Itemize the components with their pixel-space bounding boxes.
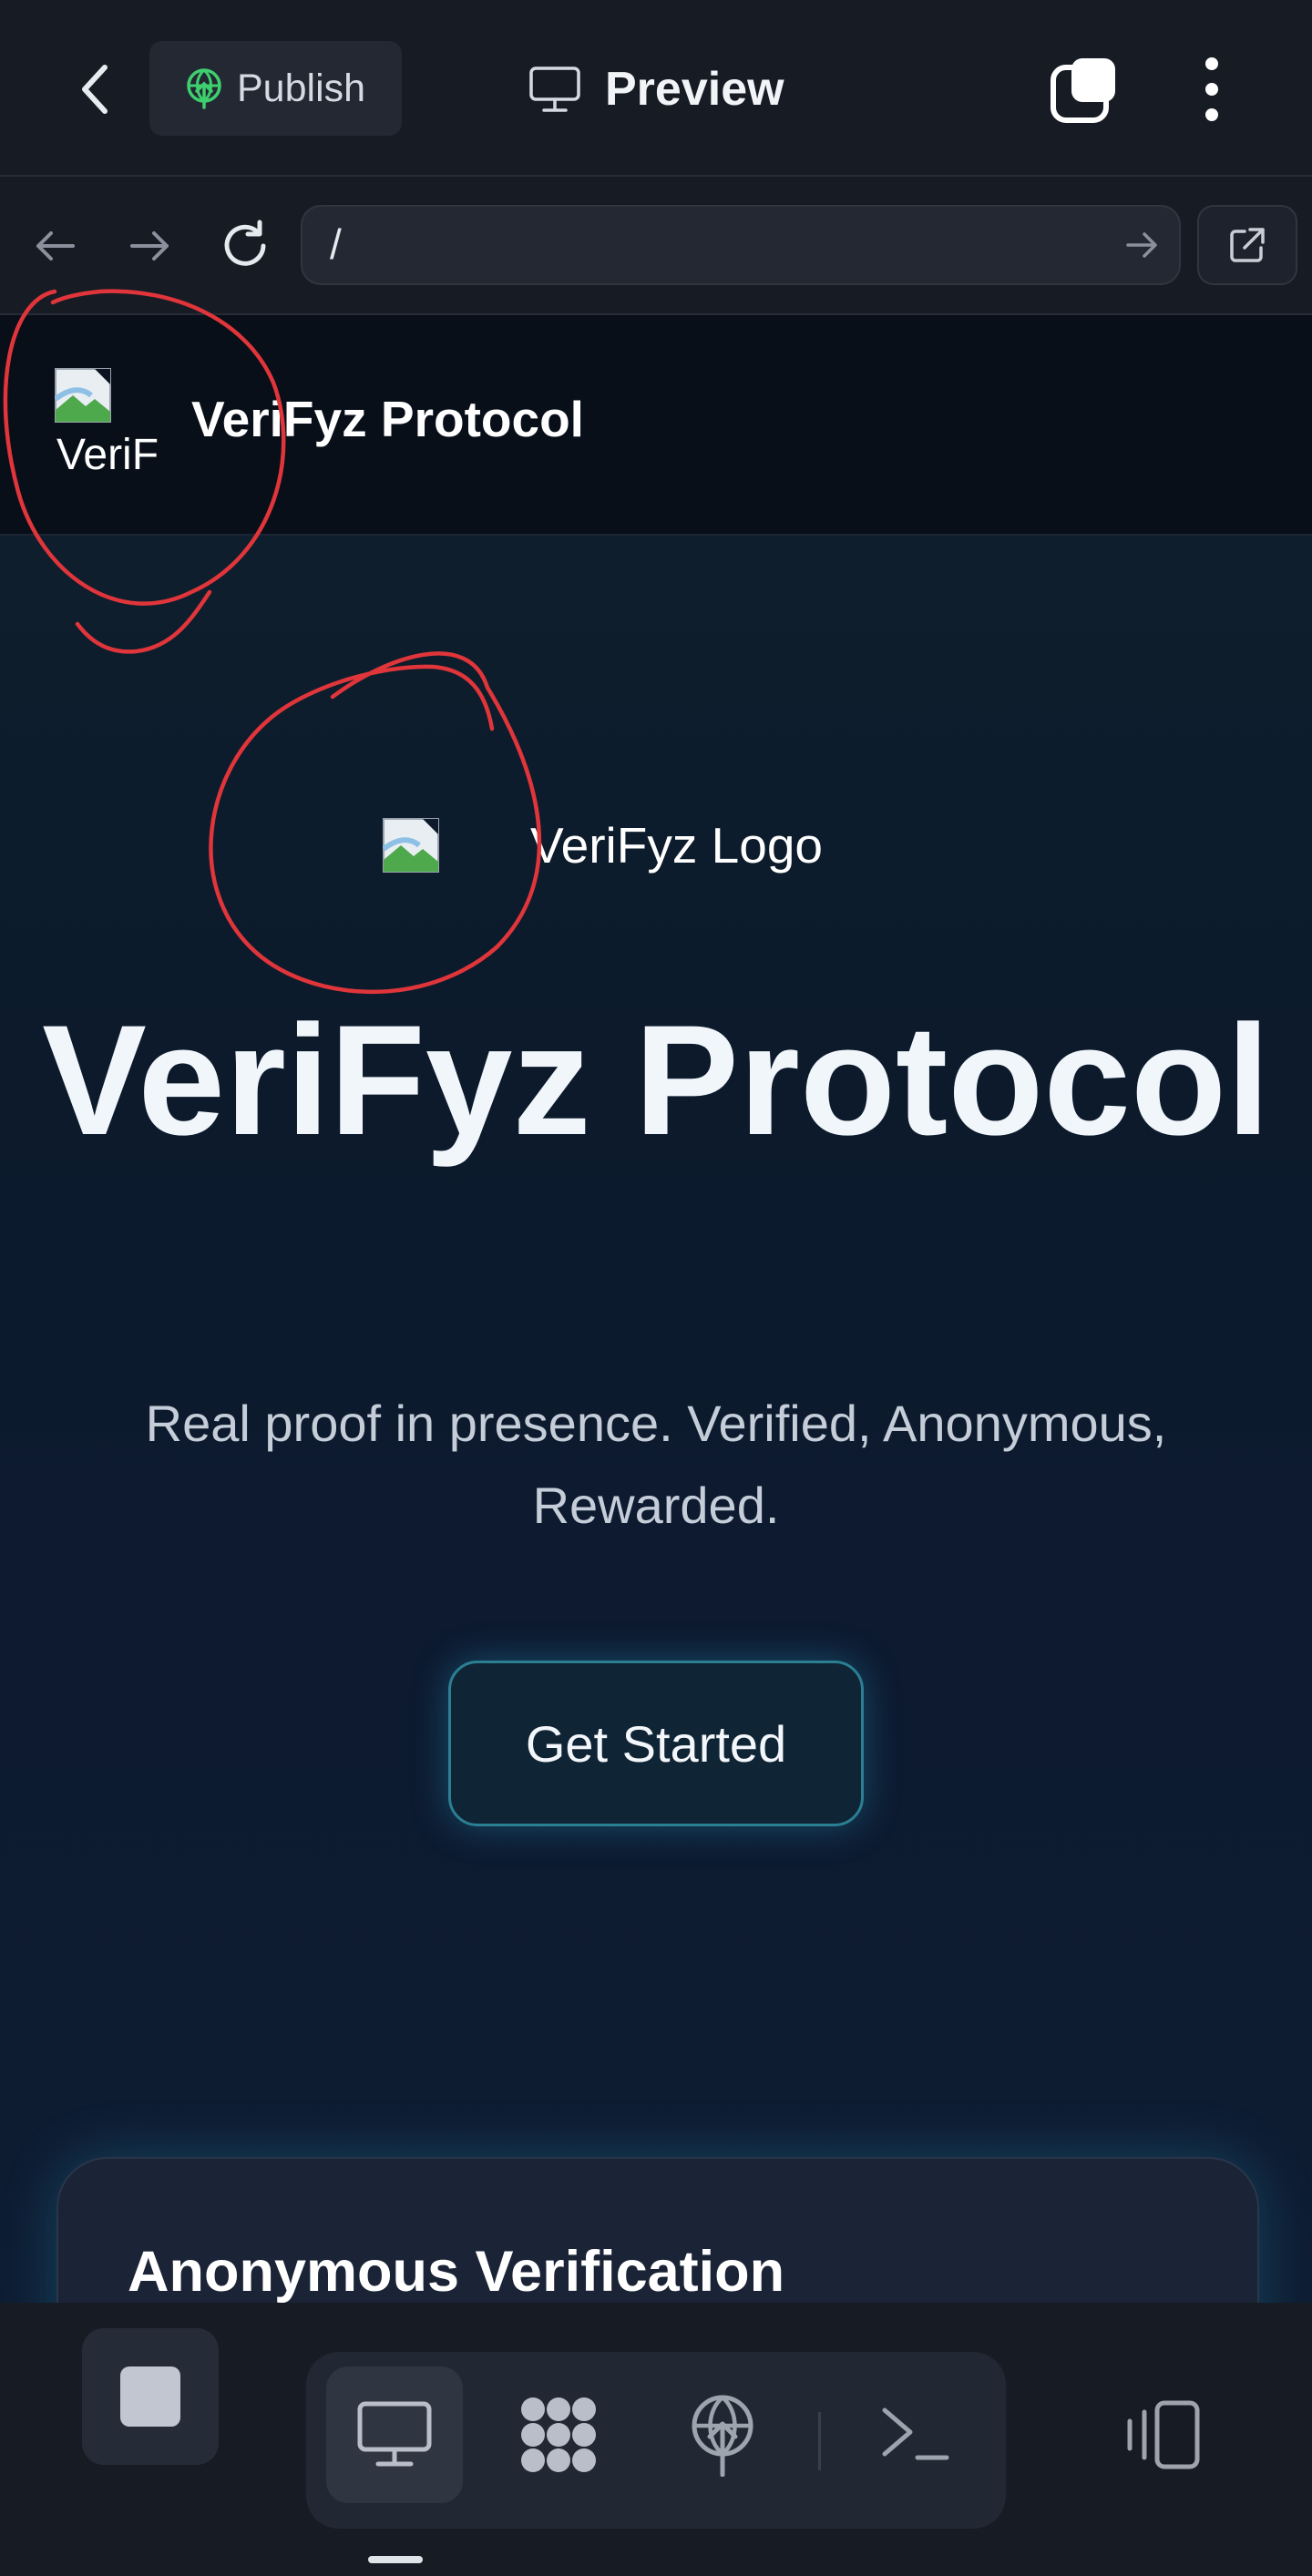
home-indicator	[368, 2556, 423, 2563]
feature-card-title: Anonymous Verification	[128, 2240, 785, 2304]
tabs-button[interactable]	[1048, 53, 1121, 126]
reload-button[interactable]	[215, 211, 279, 281]
device-switch-button[interactable]	[1093, 2366, 1230, 2503]
device-switch-icon	[1127, 2400, 1200, 2469]
publish-label: Publish	[237, 66, 366, 110]
hero-title: VeriFyz Protocol	[42, 993, 1270, 1168]
desktop-icon	[357, 2401, 432, 2467]
vertical-dots-icon	[1205, 57, 1218, 121]
arrow-right-icon[interactable]	[1122, 225, 1163, 265]
hero-subtitle: Real proof in presence. Verified, Anonym…	[145, 1395, 1167, 1534]
refresh-icon	[224, 220, 266, 266]
deploy-button[interactable]	[654, 2366, 791, 2503]
annotation-circle	[3, 289, 286, 654]
monitor-icon	[529, 66, 580, 112]
back-button[interactable]	[64, 55, 128, 124]
shell-button[interactable]	[847, 2366, 984, 2503]
nav-forward-button[interactable]	[118, 211, 182, 281]
publish-button[interactable]: Publish	[149, 41, 402, 136]
stop-icon	[120, 2366, 180, 2427]
stop-button[interactable]	[82, 2328, 219, 2465]
ai-agent-button[interactable]	[490, 2366, 627, 2503]
ai-agent-icon	[521, 2397, 596, 2472]
url-input[interactable]: /	[301, 205, 1181, 285]
annotation-circle	[209, 651, 542, 994]
external-link-icon	[1230, 228, 1265, 262]
desktop-view-button[interactable]	[326, 2366, 463, 2503]
open-external-button[interactable]	[1197, 205, 1297, 285]
url-text: /	[330, 220, 342, 268]
globe-upload-icon	[187, 68, 221, 109]
preview-tab[interactable]: Preview	[528, 55, 784, 124]
nav-back-button[interactable]	[23, 211, 87, 281]
get-started-button[interactable]: Get Started	[448, 1661, 864, 1826]
terminal-icon	[882, 2407, 949, 2460]
chevron-left-icon	[82, 65, 108, 114]
more-menu-button[interactable]	[1184, 53, 1239, 126]
tabs-icon	[1051, 58, 1115, 123]
arrow-left-icon	[36, 231, 75, 261]
preview-label: Preview	[605, 63, 784, 116]
arrow-right-icon	[130, 231, 169, 261]
deploy-globe-icon	[692, 2395, 753, 2477]
toolbar-divider	[818, 2412, 821, 2470]
